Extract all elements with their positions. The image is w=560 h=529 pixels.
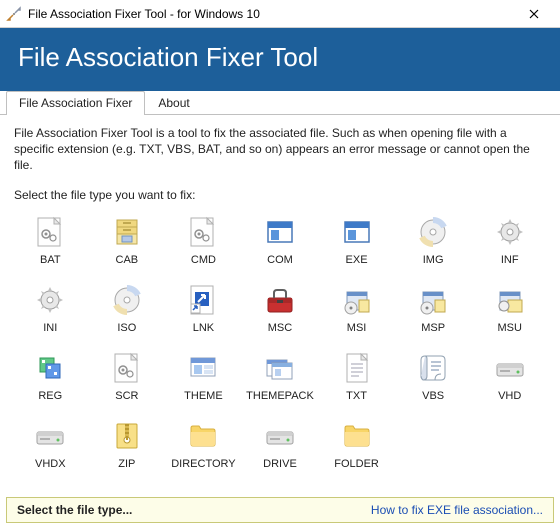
folder-icon bbox=[187, 420, 219, 452]
file-type-zip[interactable]: ZIP bbox=[91, 418, 164, 472]
file-type-label: EXE bbox=[346, 254, 368, 266]
file-type-label: SCR bbox=[115, 390, 138, 402]
file-type-ini[interactable]: INI bbox=[14, 282, 87, 336]
content: File Association Fixer Tool is a tool to… bbox=[0, 115, 560, 478]
file-type-msi[interactable]: MSI bbox=[320, 282, 393, 336]
toolbox-icon bbox=[264, 284, 296, 316]
close-button[interactable] bbox=[514, 0, 554, 27]
file-type-label: INI bbox=[43, 322, 57, 334]
file-type-grid: BAT CAB CMD COM EXE IMG INF INI ISO LNK MSC MSI MSP M… bbox=[14, 214, 546, 472]
disc-icon bbox=[111, 284, 143, 316]
installer-icon bbox=[417, 284, 449, 316]
gear-doc-icon bbox=[111, 352, 143, 384]
file-type-label: THEME bbox=[184, 390, 223, 402]
cabinet-icon bbox=[111, 216, 143, 248]
file-type-drive[interactable]: DRIVE bbox=[244, 418, 317, 472]
file-type-label: MSU bbox=[497, 322, 521, 334]
file-type-theme[interactable]: THEME bbox=[167, 350, 240, 404]
file-type-img[interactable]: IMG bbox=[397, 214, 470, 268]
file-type-vhdx[interactable]: VHDX bbox=[14, 418, 87, 472]
file-type-themepack[interactable]: THEMEPACK bbox=[244, 350, 317, 404]
file-type-directory[interactable]: DIRECTORY bbox=[167, 418, 240, 472]
file-type-label: VHDX bbox=[35, 458, 66, 470]
file-type-folder[interactable]: FOLDER bbox=[320, 418, 393, 472]
tab-file-association-fixer[interactable]: File Association Fixer bbox=[6, 91, 145, 115]
update-icon bbox=[494, 284, 526, 316]
file-type-label: REG bbox=[38, 390, 62, 402]
file-type-label: IMG bbox=[423, 254, 444, 266]
file-type-msc[interactable]: MSC bbox=[244, 282, 317, 336]
script-icon bbox=[417, 352, 449, 384]
file-type-msp[interactable]: MSP bbox=[397, 282, 470, 336]
drive-icon bbox=[494, 352, 526, 384]
window-icon bbox=[264, 216, 296, 248]
file-type-label: COM bbox=[267, 254, 293, 266]
select-prompt: Select the file type you want to fix: bbox=[14, 188, 546, 202]
file-type-label: DRIVE bbox=[263, 458, 297, 470]
registry-icon bbox=[34, 352, 66, 384]
gear-doc-icon bbox=[187, 216, 219, 248]
file-type-label: BAT bbox=[40, 254, 61, 266]
file-type-label: CMD bbox=[191, 254, 216, 266]
file-type-vhd[interactable]: VHD bbox=[473, 350, 546, 404]
file-type-label: FOLDER bbox=[334, 458, 379, 470]
status-left: Select the file type... bbox=[17, 503, 132, 517]
titlebar: File Association Fixer Tool - for Window… bbox=[0, 0, 560, 28]
file-type-label: LNK bbox=[193, 322, 214, 334]
file-type-msu[interactable]: MSU bbox=[473, 282, 546, 336]
gear-icon bbox=[494, 216, 526, 248]
statusbar: Select the file type... How to fix EXE f… bbox=[6, 497, 554, 523]
installer-icon bbox=[341, 284, 373, 316]
drive-icon bbox=[34, 420, 66, 452]
zip-icon bbox=[111, 420, 143, 452]
file-type-lnk[interactable]: LNK bbox=[167, 282, 240, 336]
file-type-txt[interactable]: TXT bbox=[320, 350, 393, 404]
header: File Association Fixer Tool bbox=[0, 28, 560, 91]
app-title: File Association Fixer Tool bbox=[18, 42, 542, 73]
file-type-label: VBS bbox=[422, 390, 444, 402]
text-doc-icon bbox=[341, 352, 373, 384]
file-type-label: MSC bbox=[268, 322, 292, 334]
drive-icon bbox=[264, 420, 296, 452]
theme-icon bbox=[187, 352, 219, 384]
file-type-bat[interactable]: BAT bbox=[14, 214, 87, 268]
close-icon bbox=[529, 9, 539, 19]
window-title: File Association Fixer Tool - for Window… bbox=[28, 7, 514, 21]
file-type-label: CAB bbox=[116, 254, 139, 266]
window-icon bbox=[341, 216, 373, 248]
description-text: File Association Fixer Tool is a tool to… bbox=[14, 125, 546, 174]
tabstrip: File Association Fixer About bbox=[0, 91, 560, 115]
how-to-fix-link[interactable]: How to fix EXE file association... bbox=[371, 503, 543, 517]
file-type-inf[interactable]: INF bbox=[473, 214, 546, 268]
file-type-label: DIRECTORY bbox=[171, 458, 235, 470]
file-type-vbs[interactable]: VBS bbox=[397, 350, 470, 404]
gear-doc-icon bbox=[34, 216, 66, 248]
gear-icon bbox=[34, 284, 66, 316]
themepack-icon bbox=[264, 352, 296, 384]
file-type-label: ISO bbox=[117, 322, 136, 334]
folder-icon bbox=[341, 420, 373, 452]
disc-icon bbox=[417, 216, 449, 248]
file-type-reg[interactable]: REG bbox=[14, 350, 87, 404]
shortcut-icon bbox=[187, 284, 219, 316]
tab-about[interactable]: About bbox=[145, 91, 202, 115]
file-type-cab[interactable]: CAB bbox=[91, 214, 164, 268]
file-type-label: MSP bbox=[421, 322, 445, 334]
file-type-label: THEMEPACK bbox=[246, 390, 314, 402]
file-type-label: VHD bbox=[498, 390, 521, 402]
file-type-label: MSI bbox=[347, 322, 367, 334]
file-type-iso[interactable]: ISO bbox=[91, 282, 164, 336]
file-type-exe[interactable]: EXE bbox=[320, 214, 393, 268]
file-type-label: TXT bbox=[346, 390, 367, 402]
file-type-label: ZIP bbox=[118, 458, 135, 470]
file-type-label: INF bbox=[501, 254, 519, 266]
file-type-com[interactable]: COM bbox=[244, 214, 317, 268]
app-icon bbox=[6, 6, 22, 22]
file-type-cmd[interactable]: CMD bbox=[167, 214, 240, 268]
file-type-scr[interactable]: SCR bbox=[91, 350, 164, 404]
